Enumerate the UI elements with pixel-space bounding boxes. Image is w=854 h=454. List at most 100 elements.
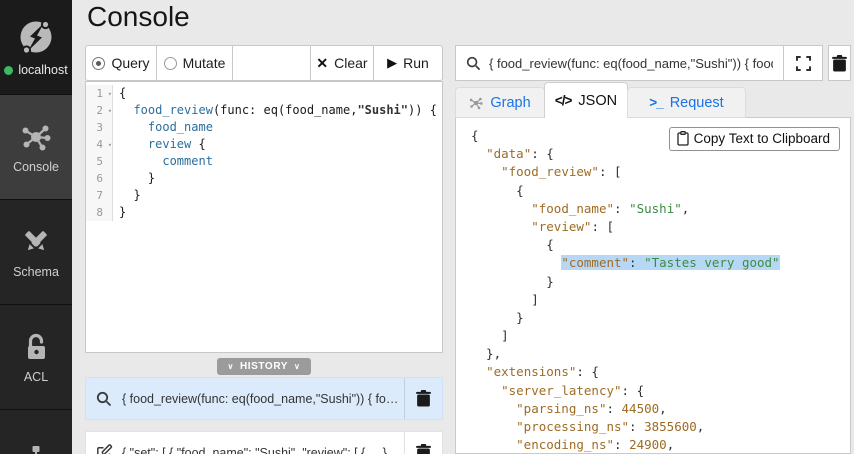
- editor-line: 5 comment: [86, 153, 442, 170]
- chevron-down-icon: ∨: [227, 362, 233, 371]
- connection-status-dot: [4, 66, 13, 75]
- json-result-panel: Copy Text to Clipboard { "data": { "food…: [455, 117, 851, 454]
- editor-line: 7 }: [86, 187, 442, 204]
- editor-line: 6 }: [86, 170, 442, 187]
- run-button-label: Run: [403, 55, 429, 71]
- json-line: "encoding_ns": 24900,: [471, 436, 780, 454]
- crossed-pencils-icon: [20, 226, 52, 258]
- history-item-query[interactable]: { food_review(func: eq(food_name,"Sushi"…: [85, 377, 443, 420]
- json-line: {: [471, 236, 780, 254]
- line-number[interactable]: 2▾: [86, 102, 113, 119]
- history-item-mutation[interactable]: { "set": [ { "food_name": "Sushi", "revi…: [85, 431, 443, 454]
- query-radio-label: Query: [111, 55, 149, 71]
- search-icon: [86, 378, 122, 419]
- line-number: 7: [86, 187, 113, 204]
- json-line: }: [471, 273, 780, 291]
- json-line: "food_review": [: [471, 163, 780, 181]
- tab-request[interactable]: >_ Request: [627, 87, 746, 118]
- sidebar-item-schema[interactable]: Schema: [0, 199, 72, 304]
- history-toggle-button[interactable]: ∨ HISTORY ∨: [217, 358, 310, 375]
- trash-icon: [416, 444, 431, 454]
- tab-label: Request: [670, 95, 724, 111]
- json-line: ]: [471, 291, 780, 309]
- line-number: 5: [86, 153, 113, 170]
- tab-graph[interactable]: Graph: [455, 87, 545, 118]
- run-button[interactable]: ▶ Run: [373, 45, 443, 81]
- sidebar-item-cluster[interactable]: [0, 409, 72, 454]
- json-line: "review": [: [471, 218, 780, 236]
- json-line: "server_latency": {: [471, 382, 780, 400]
- sidebar-brand[interactable]: localhost: [0, 0, 72, 94]
- fullscreen-button[interactable]: [783, 45, 823, 81]
- search-icon: [466, 56, 481, 71]
- page-title: Console: [87, 1, 190, 33]
- server-label: localhost: [18, 63, 67, 77]
- trash-icon: [832, 55, 847, 72]
- tab-label: JSON: [578, 93, 617, 109]
- fold-arrow-icon[interactable]: ▾: [108, 86, 112, 103]
- copy-to-clipboard-button[interactable]: Copy Text to Clipboard: [669, 127, 840, 151]
- history-toggle-wrap: ∨ HISTORY ∨: [85, 358, 443, 375]
- radio-unselected-icon[interactable]: [164, 57, 177, 70]
- sidebar-item-label: ACL: [24, 370, 48, 384]
- cluster-icon: [20, 443, 52, 454]
- history-label: HISTORY: [240, 361, 288, 372]
- query-radio-button[interactable]: Query: [85, 45, 157, 81]
- json-line: "parsing_ns": 44500,: [471, 400, 780, 418]
- clear-results-button[interactable]: [828, 45, 851, 81]
- main-area: Console Query Mutate ✕ Clear ▶ Run 1▾{2▾…: [72, 0, 854, 454]
- editor-line: 8}: [86, 204, 442, 221]
- radio-selected-icon[interactable]: [92, 57, 105, 70]
- sidebar-item-label: Console: [13, 160, 59, 174]
- query-toolbar: Query Mutate ✕ Clear ▶ Run: [85, 45, 443, 81]
- fold-arrow-icon[interactable]: ▾: [108, 103, 112, 120]
- terminal-prompt-icon: >_: [649, 95, 662, 110]
- edit-icon: [86, 432, 122, 454]
- dgraph-logo-icon: [16, 17, 56, 57]
- history-item-text: { "set": [ { "food_name": "Sushi", "revi…: [122, 446, 404, 454]
- line-number: 6: [86, 170, 113, 187]
- results-searchbar: { food_review(func: eq(food_name,"Sushi"…: [455, 45, 851, 81]
- json-line: },: [471, 345, 780, 363]
- clear-button[interactable]: ✕ Clear: [310, 45, 374, 81]
- json-line: ]: [471, 327, 780, 345]
- fold-arrow-icon[interactable]: ▾: [108, 137, 112, 154]
- editor-line: 3 food_name: [86, 119, 442, 136]
- line-number: 3: [86, 119, 113, 136]
- line-number: 8: [86, 204, 113, 221]
- json-line: "food_name": "Sushi",: [471, 200, 780, 218]
- delete-history-item-button[interactable]: [404, 378, 442, 419]
- editor-line: 2▾ food_review(func: eq(food_name,"Sushi…: [86, 102, 442, 119]
- tab-label: Graph: [490, 95, 530, 111]
- fullscreen-icon: [796, 56, 811, 71]
- editor-line: 4▾ review {: [86, 136, 442, 153]
- sidebar-item-console[interactable]: Console: [0, 94, 72, 199]
- sidebar-item-acl[interactable]: ACL: [0, 304, 72, 409]
- clear-x-icon: ✕: [316, 55, 328, 72]
- json-output[interactable]: { "data": { "food_review": [ { "food_nam…: [471, 127, 780, 454]
- copy-button-label: Copy Text to Clipboard: [694, 131, 830, 146]
- chevron-down-icon: ∨: [294, 362, 300, 371]
- results-tabs: Graph </> JSON >_ Request: [455, 82, 745, 118]
- results-search-input[interactable]: { food_review(func: eq(food_name,"Sushi"…: [455, 45, 784, 81]
- trash-icon: [416, 390, 431, 407]
- sidebar: localhost Console Sc: [0, 0, 72, 454]
- json-line: "extensions": {: [471, 363, 780, 381]
- editor-line: 1▾{: [86, 85, 442, 102]
- line-number[interactable]: 1▾: [86, 85, 113, 102]
- history-item-text: { food_review(func: eq(food_name,"Sushi"…: [122, 392, 404, 406]
- run-play-icon: ▶: [387, 55, 397, 71]
- code-brackets-icon: </>: [555, 93, 572, 108]
- tab-json[interactable]: </> JSON: [544, 82, 628, 118]
- sidebar-item-label: Schema: [13, 265, 59, 279]
- json-line: {: [471, 182, 780, 200]
- graph-molecule-icon: [469, 96, 483, 110]
- clear-button-label: Clear: [334, 55, 367, 71]
- clipboard-icon: [677, 131, 689, 146]
- mutate-radio-button[interactable]: Mutate: [156, 45, 233, 81]
- line-number[interactable]: 4▾: [86, 136, 113, 153]
- query-editor[interactable]: 1▾{2▾ food_review(func: eq(food_name,"Su…: [85, 81, 443, 353]
- toolbar-spacer: [232, 45, 311, 81]
- unlocked-padlock-icon: [20, 331, 52, 363]
- delete-history-item-button[interactable]: [404, 432, 442, 454]
